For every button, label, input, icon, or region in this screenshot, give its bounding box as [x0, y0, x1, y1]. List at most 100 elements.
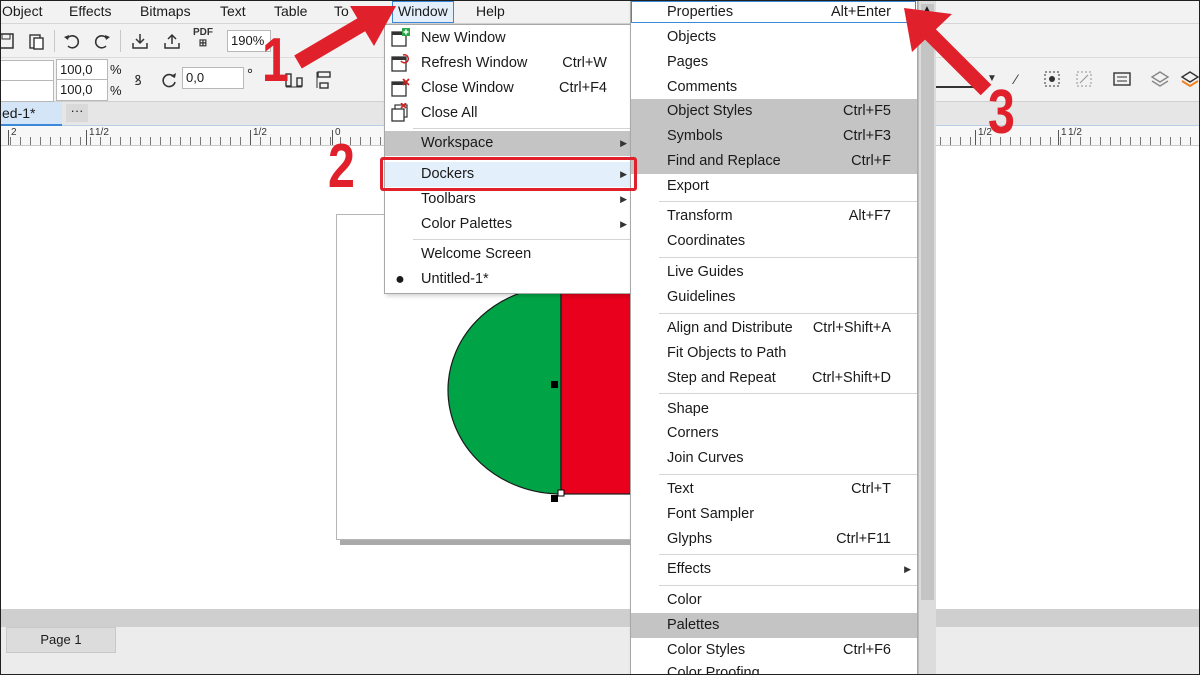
scale-x-field[interactable]: 100,0 [56, 59, 108, 81]
menu-item-step-and-repeat[interactable]: Step and Repeat Ctrl+Shift+D [631, 366, 917, 391]
dockers-submenu: Properties Alt+Enter Objects Pages Comme… [630, 0, 918, 675]
submenu-arrow-icon: ▶ [904, 564, 911, 574]
menu-item-shape[interactable]: Shape [631, 397, 917, 422]
menu-item-workspace[interactable]: Workspace ▶ [385, 131, 633, 156]
menubar: Object Effects Bitmaps Text Table To Win… [0, 0, 1200, 24]
menu-item-shortcut: Ctrl+T [851, 481, 891, 497]
menu-object[interactable]: Object [2, 3, 42, 19]
layers-color-icon[interactable] [1178, 68, 1200, 90]
export-icon[interactable] [160, 30, 184, 52]
menu-item-live-guides[interactable]: Live Guides [631, 260, 917, 285]
menu-item-coordinates[interactable]: Coordinates [631, 229, 917, 254]
menu-item-label: Color Proofing [667, 665, 760, 675]
menu-separator [659, 257, 917, 258]
red-rectangle-shape[interactable] [560, 286, 640, 495]
menu-item-fit-objects-to-path[interactable]: Fit Objects to Path [631, 341, 917, 366]
menu-item-label: Color Palettes [421, 216, 513, 232]
menu-item-glyphs[interactable]: Glyphs Ctrl+F11 [631, 527, 917, 552]
menu-item-label: Fit Objects to Path [667, 345, 787, 361]
menu-item-join-curves[interactable]: Join Curves [631, 446, 917, 471]
menu-item-label: New Window [421, 30, 506, 46]
document-tab[interactable]: ed-1* [0, 102, 62, 126]
menu-item-color-palettes[interactable]: Color Palettes ▶ [385, 212, 633, 237]
menu-item-transform[interactable]: Transform Alt+F7 [631, 204, 917, 229]
submenu-arrow-icon: ▶ [620, 219, 627, 229]
menu-item-color-proofing[interactable]: Color Proofing [631, 661, 917, 675]
menu-item-label: Welcome Screen [421, 246, 532, 262]
rotation-angle-field[interactable]: 0,0 [182, 67, 244, 89]
break-apart-icon[interactable] [1072, 68, 1096, 90]
menu-item-new-window[interactable]: New Window [385, 26, 633, 51]
more-tabs-button[interactable]: ··· [66, 104, 88, 122]
ruler-label: 2 [11, 127, 17, 138]
selection-handle[interactable] [551, 381, 558, 388]
green-semicircle-shape[interactable] [447, 286, 562, 495]
align-panel-icon[interactable] [1110, 68, 1134, 90]
menu-item-label: Color [667, 592, 702, 608]
scale-y-field[interactable]: 100,0 [56, 79, 108, 101]
selected-shapes[interactable] [380, 286, 640, 516]
menu-item-label: Effects [667, 561, 712, 577]
menu-item-label: Close All [421, 105, 478, 121]
menu-item-palettes[interactable]: Palettes [631, 613, 917, 638]
menu-item-label: Coordinates [667, 233, 746, 249]
menu-item-export[interactable]: Export [631, 174, 917, 199]
menu-item-label: Object Styles [667, 103, 753, 119]
rotate-icon[interactable] [157, 69, 181, 91]
menu-item-font-sampler[interactable]: Font Sampler [631, 502, 917, 527]
menu-item-untitled-1[interactable]: ● Untitled-1* [385, 267, 633, 292]
properties-highlight-box [631, 1, 916, 23]
percent-label: % [110, 62, 122, 77]
menu-separator [413, 128, 633, 129]
paste-icon[interactable] [24, 30, 48, 52]
menu-separator [659, 585, 917, 586]
layers-icon[interactable] [1148, 68, 1172, 90]
ruler-label: 1 [89, 127, 95, 138]
pdf-icon[interactable]: PDF ⊞ [191, 27, 215, 49]
menu-item-color-styles[interactable]: Color Styles Ctrl+F6 [631, 638, 917, 663]
menu-item-color[interactable]: Color [631, 588, 917, 613]
menu-item-corners[interactable]: Corners [631, 421, 917, 446]
menu-effects[interactable]: Effects [69, 3, 112, 19]
menu-item-comments[interactable]: Comments [631, 75, 917, 100]
menu-help[interactable]: Help [476, 3, 505, 19]
selection-handle[interactable] [551, 495, 558, 502]
node-edit-icon[interactable] [1040, 68, 1064, 90]
mirror-vertical-icon[interactable] [312, 69, 336, 91]
menu-item-text[interactable]: Text Ctrl+T [631, 477, 917, 502]
size-width-field[interactable] [0, 60, 54, 82]
docker-scroll-strip[interactable] [918, 0, 936, 675]
close-window-icon [389, 78, 411, 99]
menu-item-find-and-replace[interactable]: Find and Replace Ctrl+F [631, 149, 917, 174]
step-number-2: 2 [328, 132, 355, 201]
menu-item-close-window[interactable]: Close Window Ctrl+F4 [385, 76, 633, 101]
menu-item-refresh-window[interactable]: Refresh Window Ctrl+W [385, 51, 633, 76]
size-height-field[interactable] [0, 80, 54, 102]
menu-item-object-styles[interactable]: Object Styles Ctrl+F5 [631, 99, 917, 124]
menu-item-guidelines[interactable]: Guidelines [631, 285, 917, 310]
save-icon[interactable] [0, 30, 18, 52]
menu-item-label: Font Sampler [667, 506, 755, 522]
lock-ratio-icon[interactable]: ꝸ [126, 69, 150, 91]
horizontal-scrollbar[interactable] [0, 609, 1200, 627]
redo-icon[interactable] [90, 30, 114, 52]
import-icon[interactable] [128, 30, 152, 52]
menu-bitmaps[interactable]: Bitmaps [140, 3, 191, 19]
menu-text[interactable]: Text [220, 3, 246, 19]
menu-item-align-and-distribute[interactable]: Align and Distribute Ctrl+Shift+A [631, 316, 917, 341]
pdf-label: PDF [193, 27, 213, 38]
menu-item-welcome-screen[interactable]: Welcome Screen [385, 242, 633, 267]
menu-item-pages[interactable]: Pages [631, 50, 917, 75]
node-handle[interactable] [557, 489, 565, 497]
menu-item-close-all[interactable]: Close All [385, 101, 633, 126]
ruler-major-tick [975, 130, 976, 145]
menu-separator [659, 474, 917, 475]
ruler-major-tick [1058, 130, 1059, 145]
undo-icon[interactable] [60, 30, 84, 52]
menu-item-effects[interactable]: Effects ▶ [631, 557, 917, 582]
menu-item-symbols[interactable]: Symbols Ctrl+F3 [631, 124, 917, 149]
degree-label: ° [247, 66, 253, 83]
menu-item-objects[interactable]: Objects [631, 25, 917, 50]
page-tab[interactable]: Page 1 [6, 627, 116, 653]
menu-item-shortcut: Ctrl+F11 [836, 531, 891, 547]
